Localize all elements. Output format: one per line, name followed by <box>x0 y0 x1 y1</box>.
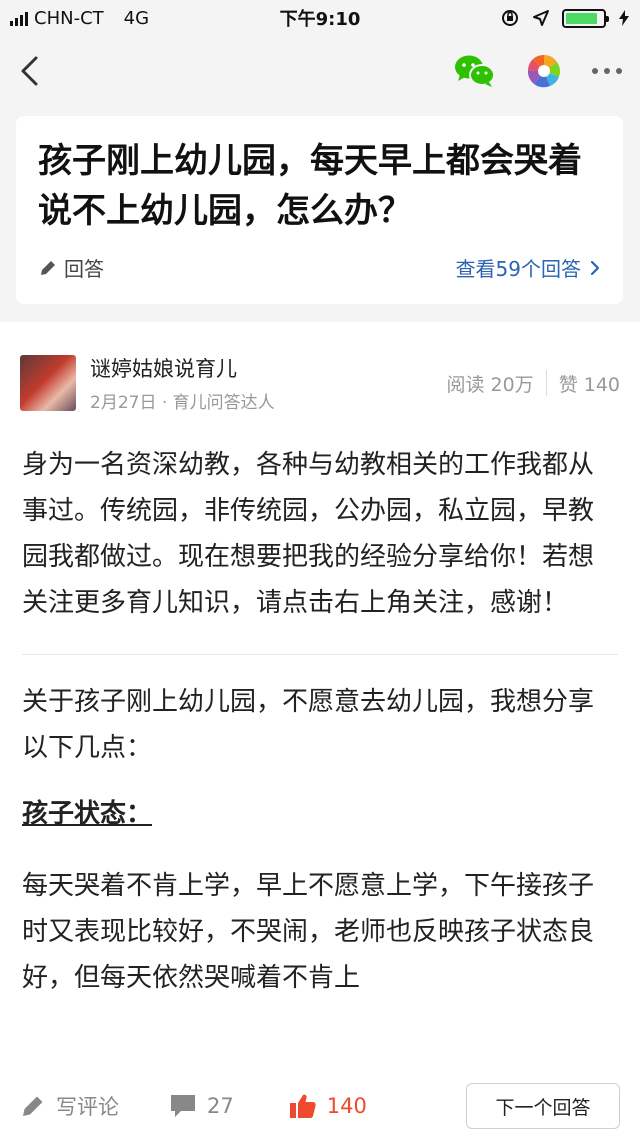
question-title: 孩子刚上幼儿园，每天早上都会哭着说不上幼儿园，怎么办？ <box>38 141 582 231</box>
charging-icon <box>619 10 629 26</box>
comments-button[interactable]: 27 <box>169 1093 234 1119</box>
next-answer-button[interactable]: 下一个回答 <box>466 1083 620 1129</box>
orientation-lock-icon <box>502 10 518 26</box>
battery-level <box>566 12 597 24</box>
thumbs-up-icon <box>289 1094 316 1118</box>
author-name[interactable]: 谜婷姑娘说育儿 <box>90 354 275 384</box>
like-button[interactable]: 140 <box>289 1093 367 1119</box>
read-count: 阅读 20万 <box>446 373 534 396</box>
battery-icon <box>562 8 609 28</box>
answer-content: 身为一名资深幼教，各种与幼教相关的工作我都从事过。传统园，非传统园，公办园，私立… <box>0 422 640 1001</box>
wechat-icon[interactable] <box>454 54 496 88</box>
view-all-label: 查看59个回答 <box>455 257 581 281</box>
answer-button[interactable]: 回答 <box>38 253 104 282</box>
section-heading: 孩子状态： <box>22 799 153 829</box>
divider <box>22 654 618 655</box>
top-section: CHN-CT 4G 下午9:10 孩子刚上幼儿园，每天早上都会哭着说不上幼儿园，… <box>0 0 640 322</box>
back-icon[interactable] <box>14 53 46 89</box>
stats-divider <box>545 370 547 396</box>
avatar[interactable] <box>20 355 76 411</box>
like-count: 赞 140 <box>558 373 620 396</box>
chevron-right-icon <box>590 260 600 275</box>
paragraph: 每天哭着不肯上学，早上不愿意上学，下午接孩子时又表现比较好，不哭闹，老师也反映孩… <box>22 871 595 993</box>
view-all-answers-link[interactable]: 查看59个回答 <box>456 253 601 282</box>
author-row: 谜婷姑娘说育儿 2月27日 · 育儿问答达人 阅读 20万 赞 140 <box>0 322 640 422</box>
pencil-icon <box>41 260 55 275</box>
answer-label: 回答 <box>64 257 104 281</box>
like-count: 140 <box>326 1094 367 1118</box>
network-type: 4G <box>123 7 150 29</box>
navigation-bar <box>0 36 640 106</box>
paragraph: 关于孩子刚上幼儿园，不愿意去幼儿园，我想分享以下几点： <box>22 687 595 763</box>
carrier-name: CHN-CT <box>34 7 104 29</box>
location-icon <box>533 10 549 26</box>
signal-icon <box>10 10 28 26</box>
answer-stats: 阅读 20万 赞 140 <box>446 370 620 397</box>
comment-icon <box>171 1095 195 1117</box>
pencil-icon <box>23 1096 43 1116</box>
bottom-action-bar: 写评论 27 140 下一个回答 <box>0 1074 640 1138</box>
more-dots-icon[interactable] <box>592 68 622 74</box>
comment-count: 27 <box>207 1094 234 1118</box>
question-card: 孩子刚上幼儿园，每天早上都会哭着说不上幼儿园，怎么办？ 回答 查看59个回答 <box>16 116 623 304</box>
status-bar: CHN-CT 4G 下午9:10 <box>0 0 640 36</box>
write-comment-button[interactable]: 写评论 <box>20 1091 119 1121</box>
carrier-info: CHN-CT 4G <box>10 8 149 29</box>
moments-icon[interactable] <box>526 53 562 89</box>
author-meta: 2月27日 · 育儿问答达人 <box>90 392 275 413</box>
intro-paragraph: 身为一名资深幼教，各种与幼教相关的工作我都从事过。传统园，非传统园，公办园，私立… <box>22 450 595 618</box>
comment-placeholder: 写评论 <box>56 1095 119 1119</box>
